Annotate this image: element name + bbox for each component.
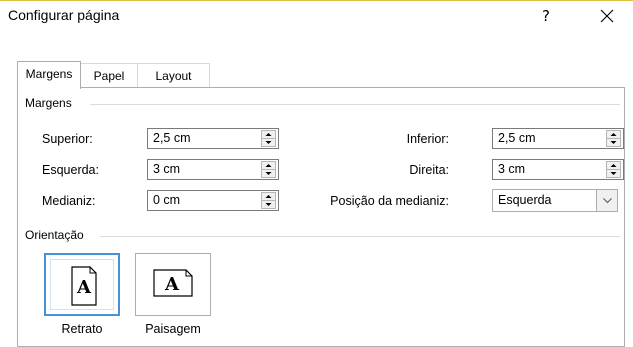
- spin-up-icon[interactable]: [262, 162, 275, 169]
- posicao-medianiz-value: Esquerda: [498, 193, 552, 207]
- orientation-group-label: Orientação: [25, 228, 84, 242]
- esquerda-spinbox[interactable]: 3 cm: [147, 159, 279, 180]
- inferior-spinbox[interactable]: 2,5 cm: [492, 128, 624, 149]
- superior-spinbox[interactable]: 2,5 cm: [147, 128, 279, 149]
- page-setup-dialog: Configurar página ? Margens Papel Layout…: [0, 0, 633, 347]
- margins-group-divider: [90, 104, 620, 105]
- tab-layout[interactable]: Layout: [137, 63, 210, 88]
- spin-down-icon[interactable]: [607, 139, 620, 146]
- medianiz-value: 0 cm: [153, 193, 181, 207]
- spin-down-icon[interactable]: [262, 139, 275, 146]
- chevron-down-icon: [603, 198, 612, 204]
- portrait-option[interactable]: A: [44, 253, 120, 316]
- tab-panel-margens: Margens Superior: 2,5 cm Esquerda: 3 cm …: [17, 87, 625, 347]
- medianiz-spinbox[interactable]: 0 cm: [147, 190, 279, 211]
- orientation-group-divider: [100, 236, 620, 237]
- title-bar: Configurar página ?: [0, 1, 633, 31]
- medianiz-spin-arrows[interactable]: [261, 192, 276, 209]
- spin-down-icon[interactable]: [262, 170, 275, 177]
- svg-text:A: A: [164, 274, 180, 295]
- help-button[interactable]: ?: [532, 3, 560, 29]
- direita-value: 3 cm: [498, 162, 526, 176]
- inferior-label: Inferior:: [406, 132, 449, 146]
- superior-label: Superior:: [42, 132, 93, 146]
- inferior-value: 2,5 cm: [498, 131, 536, 145]
- posicao-medianiz-label: Posição da medianiz:: [330, 194, 449, 208]
- spin-down-icon[interactable]: [607, 170, 620, 177]
- spin-down-icon[interactable]: [262, 201, 275, 208]
- superior-value: 2,5 cm: [153, 131, 191, 145]
- portrait-label: Retrato: [61, 322, 103, 336]
- posicao-medianiz-select[interactable]: Esquerda: [492, 189, 618, 212]
- inferior-spin-arrows[interactable]: [606, 130, 621, 147]
- margins-group-label: Margens: [25, 96, 72, 110]
- esquerda-value: 3 cm: [153, 162, 181, 176]
- esquerda-spin-arrows[interactable]: [261, 161, 276, 178]
- spin-up-icon[interactable]: [607, 131, 620, 138]
- landscape-label: Paisagem: [145, 322, 201, 336]
- landscape-option[interactable]: A: [135, 253, 211, 316]
- tab-papel[interactable]: Papel: [80, 63, 138, 88]
- dropdown-button[interactable]: [596, 190, 617, 211]
- direita-spinbox[interactable]: 3 cm: [492, 159, 624, 180]
- spin-up-icon[interactable]: [262, 131, 275, 138]
- direita-spin-arrows[interactable]: [606, 161, 621, 178]
- portrait-page-icon: A: [71, 266, 97, 306]
- esquerda-label: Esquerda:: [42, 163, 99, 177]
- direita-label: Direita:: [409, 163, 449, 177]
- spin-up-icon[interactable]: [607, 162, 620, 169]
- svg-text:A: A: [76, 277, 92, 298]
- close-button[interactable]: [590, 3, 624, 29]
- medianiz-label: Medianiz:: [42, 194, 96, 208]
- landscape-page-icon: A: [153, 269, 193, 297]
- spin-up-icon[interactable]: [262, 193, 275, 200]
- superior-spin-arrows[interactable]: [261, 130, 276, 147]
- tab-margens[interactable]: Margens: [17, 61, 81, 89]
- close-icon: [600, 9, 614, 23]
- dialog-title: Configurar página: [8, 7, 120, 23]
